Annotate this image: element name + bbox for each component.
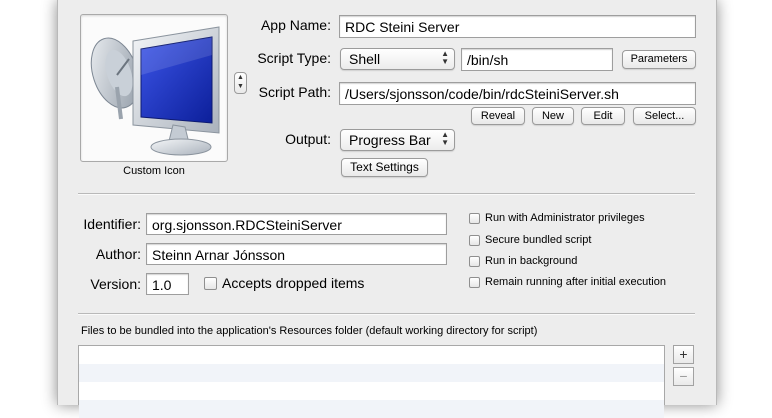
- run-as-admin-checkbox[interactable]: [469, 213, 480, 224]
- script-path-label: Script Path:: [258, 84, 331, 100]
- parameters-button[interactable]: Parameters: [622, 50, 696, 69]
- remain-running-checkbox[interactable]: [469, 277, 480, 288]
- identifier-field[interactable]: org.sjonsson.RDCSteiniServer: [146, 213, 447, 235]
- section-divider: [78, 313, 695, 315]
- remain-running-label: Remain running after initial execution: [485, 276, 666, 288]
- list-item[interactable]: [79, 400, 664, 418]
- text-settings-button[interactable]: Text Settings: [341, 158, 428, 177]
- custom-icon-well[interactable]: [80, 14, 228, 162]
- app-name-label: App Name:: [260, 17, 331, 33]
- section-divider: [78, 193, 695, 195]
- script-type-popup[interactable]: Shell ▲ ▼: [340, 48, 455, 70]
- accepts-dropped-checkbox[interactable]: [204, 277, 217, 290]
- add-file-button[interactable]: +: [673, 345, 694, 364]
- script-type-label: Script Type:: [257, 50, 331, 66]
- run-as-admin-label: Run with Administrator privileges: [485, 212, 645, 224]
- author-field[interactable]: Steinn Arnar Jónsson: [146, 243, 447, 265]
- app-window: Custom Icon ▲ ▼ App Name: RDC Steini Ser…: [57, 0, 717, 418]
- edit-button[interactable]: Edit: [581, 107, 625, 125]
- app-name-field[interactable]: RDC Steini Server: [339, 15, 696, 38]
- output-label: Output:: [285, 131, 331, 147]
- version-field[interactable]: 1.0: [146, 273, 189, 295]
- reveal-button[interactable]: Reveal: [471, 107, 525, 125]
- list-item[interactable]: [79, 364, 664, 382]
- output-popup[interactable]: Progress Bar ▲ ▼: [340, 129, 455, 151]
- select-button[interactable]: Select...: [633, 107, 696, 125]
- bundled-files-label: Files to be bundled into the application…: [81, 325, 538, 337]
- bundled-files-list[interactable]: [78, 345, 665, 418]
- new-button[interactable]: New: [532, 107, 574, 125]
- list-item[interactable]: [79, 346, 664, 364]
- icon-caption: Custom Icon: [123, 165, 185, 177]
- author-label: Author:: [95, 246, 141, 262]
- identifier-label: Identifier:: [83, 216, 141, 232]
- popup-arrows-icon: ▲ ▼: [441, 49, 449, 66]
- list-item[interactable]: [79, 382, 664, 400]
- secure-script-label: Secure bundled script: [485, 234, 592, 246]
- script-type-value: Shell: [349, 51, 381, 67]
- output-value: Progress Bar: [349, 132, 431, 148]
- secure-script-checkbox[interactable]: [469, 235, 480, 246]
- popup-arrows-icon: ▲ ▼: [441, 130, 449, 147]
- screen-with-satellite-dish-icon: [90, 26, 220, 156]
- accepts-dropped-label: Accepts dropped items: [222, 275, 365, 291]
- remove-file-button[interactable]: −: [673, 367, 694, 386]
- interpreter-field[interactable]: /bin/sh: [461, 48, 613, 71]
- run-in-background-label: Run in background: [485, 255, 578, 267]
- run-in-background-checkbox[interactable]: [469, 256, 480, 267]
- version-label: Version:: [90, 276, 141, 292]
- script-path-field[interactable]: /Users/sjonsson/code/bin/rdcSteiniServer…: [339, 82, 696, 105]
- chevron-up-icon: ▲: [237, 74, 244, 81]
